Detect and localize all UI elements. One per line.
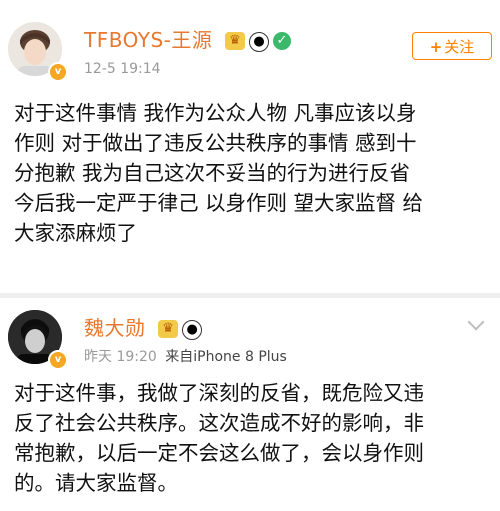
username-text[interactable]: 魏大勋 — [84, 316, 146, 340]
follow-label: 关注 — [444, 38, 475, 56]
post-text-line: 反了社会公共秩序。这次造成不好的影响，非 — [14, 411, 424, 435]
plus-icon: + — [429, 38, 443, 56]
post-source: 来自iPhone 8 Plus — [165, 349, 287, 365]
post-text-line: 对于这件事，我做了深刻的反省，既危险又违 — [14, 381, 424, 405]
verified-badge-icon: v — [48, 350, 68, 370]
post-timestamp[interactable]: 昨天 19:20 — [84, 349, 157, 365]
crown-icon: ♛ — [158, 319, 179, 338]
username-text[interactable]: TFBOYS-王源 — [84, 28, 212, 52]
chevron-down-icon[interactable] — [467, 313, 485, 331]
post-text-line: 今后我一定严于律己 以身作则 望大家监督 给 — [14, 191, 424, 215]
crown-icon: ♛ — [225, 31, 246, 50]
post-text-line: 的。请大家监督。 — [14, 471, 178, 495]
username[interactable]: 魏大勋 ♛ ● — [84, 312, 203, 341]
follow-button[interactable]: + 关注 — [412, 32, 492, 60]
panda-icon: ● — [249, 31, 270, 52]
post-text-line: 常抱歉，以后一定不会这么做了，会以身作则 — [14, 441, 424, 465]
username[interactable]: TFBOYS-王源 ♛ ● ✓ — [84, 24, 292, 53]
post-text-line: 大家添麻烦了 — [14, 221, 137, 245]
panda-icon: ● — [182, 319, 203, 340]
post-text-line: 对于这件事情 我作为公众人物 凡事应该以身 — [14, 101, 417, 125]
post-meta: 昨天 19:20 来自iPhone 8 Plus — [84, 346, 287, 366]
green-badge-icon: ✓ — [273, 31, 292, 50]
weibo-post-wangyuan: v TFBOYS-王源 ♛ ● ✓ 12-5 19:14 + 关注 对于这件事情 … — [0, 0, 500, 293]
post-timestamp[interactable]: 12-5 19:14 — [84, 61, 161, 77]
verified-badge-icon: v — [48, 62, 68, 82]
post-text-line: 分抱歉 我为自己这次不妥当的行为进行反省 — [14, 161, 411, 185]
post-text: 对于这件事情 我作为公众人物 凡事应该以身 作则 对于做出了违反公共秩序的事情 … — [14, 98, 492, 248]
weibo-post-weidaxun: v 魏大勋 ♛ ● 昨天 19:20 来自iPhone 8 Plus 对于这件事… — [0, 298, 500, 511]
post-text-line: 作则 对于做出了违反公共秩序的事情 感到十 — [14, 131, 417, 155]
post-text: 对于这件事，我做了深刻的反省，既危险又违 反了社会公共秩序。这次造成不好的影响，… — [14, 378, 492, 498]
